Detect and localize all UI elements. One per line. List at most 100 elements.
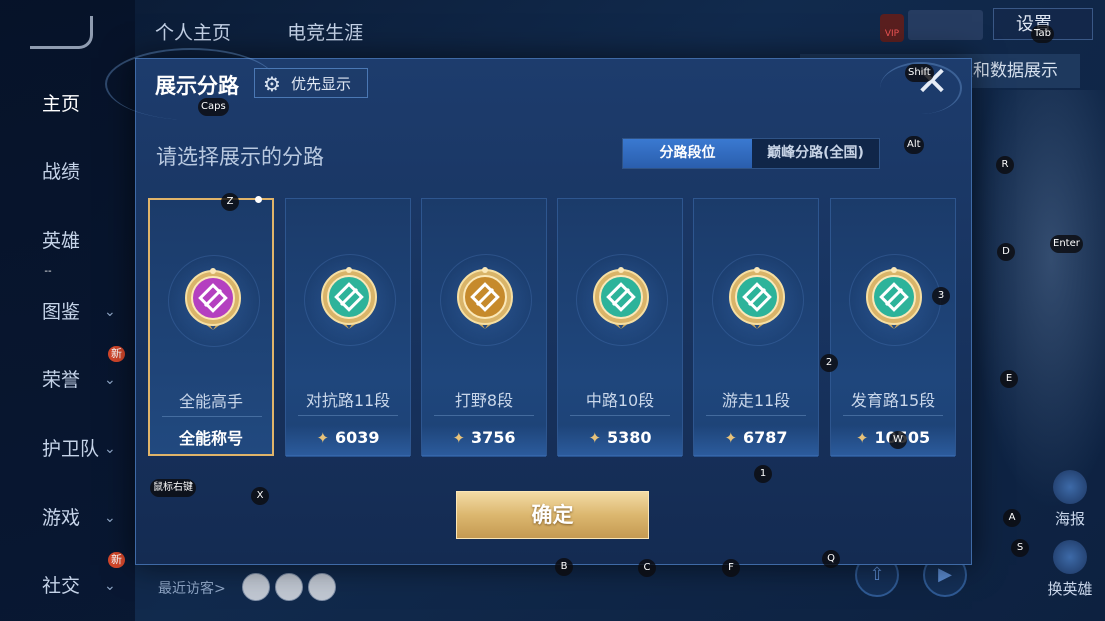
all-rounder-emblem-icon [183, 268, 243, 334]
lane-name: 游走11段 [721, 391, 791, 410]
recent-visitors-link[interactable]: 最近访客> [158, 578, 226, 598]
key-hint: 3 [932, 287, 950, 305]
key-hint: 鼠标右键 [150, 479, 196, 497]
divider [570, 415, 670, 416]
lane-name: 打野8段 [454, 391, 514, 410]
lane-score-value: 5380 [607, 428, 652, 447]
lane-score: 全能称号 [150, 426, 272, 458]
avatar[interactable] [275, 573, 303, 601]
key-hint: -- [44, 266, 52, 277]
rank-points-icon: ✦ [452, 429, 466, 447]
divider [434, 415, 534, 416]
chevron-down-icon: ⌄ [104, 510, 116, 526]
change-hero-button[interactable]: 换英雄 [1040, 540, 1100, 599]
key-hint: F [722, 559, 740, 577]
priority-display-label: 优先显示 [291, 75, 352, 93]
farm-lane-emblem-icon [864, 267, 924, 333]
hero-figure [970, 90, 1105, 510]
dialog-title: 展示分路 [155, 74, 239, 98]
sidebar-item-5[interactable]: 护卫队 ⌄ [0, 429, 135, 469]
top-right-bar: VIP 设置 [880, 8, 1100, 44]
key-hint: X [251, 487, 269, 505]
poster-button[interactable]: 海报 [1040, 470, 1100, 529]
dialog-subtitle: 请选择展示的分路 [156, 145, 324, 169]
lane-card[interactable]: 发育路15段✦10505 [830, 198, 956, 457]
change-hero-icon [1053, 540, 1087, 574]
change-hero-label: 换英雄 [1047, 580, 1093, 598]
sidebar-item-1[interactable]: 战绩 [0, 152, 135, 192]
lane-card[interactable]: 对抗路11段 ✦ 6039 [285, 198, 411, 457]
sidebar-item-label: 护卫队 [42, 438, 100, 460]
lane-name: 全能高手 [178, 392, 243, 411]
back-icon[interactable] [30, 16, 93, 49]
avatar[interactable] [242, 573, 270, 601]
chevron-down-icon: ⌄ [104, 578, 116, 594]
new-badge: 新 [108, 346, 125, 362]
poster-label: 海报 [1054, 510, 1085, 528]
lane-name: 发育路15段 [850, 391, 936, 410]
tab-profile[interactable]: 个人主页 [155, 22, 231, 44]
key-hint: B [555, 558, 573, 576]
key-hint: S [1011, 539, 1029, 557]
key-hint: Tab [1031, 25, 1054, 43]
lane-score-value: 6787 [743, 428, 788, 447]
sidebar-item-label: 英雄 [42, 230, 81, 252]
chevron-down-icon: ⌄ [104, 441, 116, 457]
mid-lane-emblem-icon [591, 267, 651, 333]
lane-card[interactable]: 游走11段 ✦ 6787 [693, 198, 819, 457]
chevron-down-icon: ⌄ [104, 372, 116, 388]
avatar[interactable] [308, 573, 336, 601]
sidebar-item-4[interactable]: 荣誉 ⌄ 新 [0, 346, 135, 400]
vip-icon[interactable]: VIP [880, 14, 904, 42]
divider [706, 415, 806, 416]
lane-card[interactable]: 打野8段 ✦ 3756 [421, 198, 547, 457]
lane-score-value: 3756 [471, 428, 516, 447]
lane-score-value: 全能称号 [178, 429, 243, 448]
key-hint: W [889, 431, 907, 449]
sidebar-item-label: 主页 [42, 93, 81, 115]
key-hint: Caps [198, 98, 229, 116]
tab-esports-career[interactable]: 电竞生涯 [287, 22, 363, 44]
sidebar-item-3[interactable]: 图鉴 ⌄ [0, 292, 135, 332]
key-hint: Q [822, 550, 840, 568]
tab-peak-lane-national[interactable]: 巅峰分路(全国) [752, 139, 879, 168]
key-hint: Enter [1050, 235, 1083, 253]
lane-card[interactable]: 全能高手 全能称号 [148, 196, 274, 458]
lane-score: ✦ 6039 [286, 425, 410, 457]
lane-score: ✦ 5380 [558, 425, 682, 457]
key-hint: A [1003, 509, 1021, 527]
lane-rank-toggle: 分路段位 巅峰分路(全国) [622, 138, 880, 169]
poster-icon [1053, 470, 1087, 504]
sidebar-item-7[interactable]: 社交 ⌄ 新 [0, 552, 135, 606]
gear-icon: ⚙ [263, 72, 281, 96]
confirm-button[interactable]: 确定 [456, 491, 649, 539]
tab-lane-rank[interactable]: 分路段位 [623, 139, 752, 168]
sidebar-item-2[interactable]: 英雄 [0, 221, 135, 261]
rank-points-icon: ✦ [855, 429, 869, 447]
sidebar-item-label: 荣誉 [42, 369, 81, 391]
sidebar-item-label: 游戏 [42, 507, 81, 529]
lane-score: ✦ 6787 [694, 425, 818, 457]
clash-lane-emblem-icon [319, 267, 379, 333]
sidebar-item-label: 图鉴 [42, 301, 81, 323]
rank-points-icon: ✦ [316, 429, 330, 447]
sidebar-item-label: 战绩 [42, 161, 81, 183]
profile-tabs: 个人主页 电竞生涯 [155, 18, 413, 45]
lane-card[interactable]: 中路10段 ✦ 5380 [557, 198, 683, 457]
key-hint: R [996, 156, 1014, 174]
key-hint: 1 [754, 465, 772, 483]
priority-display-button[interactable]: ⚙ 优先显示 [254, 68, 368, 98]
jungle-emblem-icon [455, 267, 515, 333]
sidebar-item-label: 社交 [42, 575, 81, 597]
lane-name: 对抗路11段 [305, 391, 391, 410]
chevron-down-icon: ⌄ [104, 304, 116, 320]
key-hint: C [638, 559, 656, 577]
lane-score-value: 6039 [335, 428, 380, 447]
sidebar-item-6[interactable]: 游戏 ⌄ [0, 498, 135, 538]
new-badge: 新 [108, 552, 125, 568]
key-hint: D [997, 243, 1015, 261]
key-hint: Alt [904, 136, 924, 154]
key-hint: 2 [820, 354, 838, 372]
key-hint: E [1000, 370, 1018, 388]
lane-score: ✦ 3756 [422, 425, 546, 457]
